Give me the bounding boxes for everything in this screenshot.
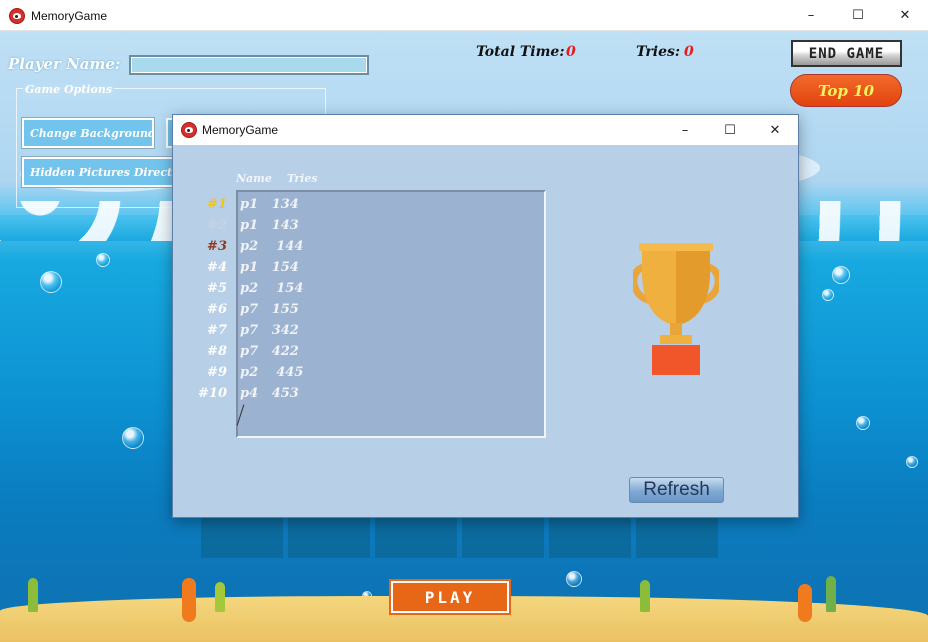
dialog-maximize-button[interactable]: ☐ xyxy=(707,115,753,145)
main-titlebar: MemoryGame – ☐ ✕ xyxy=(0,0,928,31)
list-item[interactable]: p1 154 xyxy=(240,260,299,275)
dialog-close-button[interactable]: ✕ xyxy=(752,115,798,145)
rank-label: #2 xyxy=(207,218,227,233)
rank-label: #6 xyxy=(207,302,227,317)
hidden-pictures-directory-button[interactable]: Hidden Pictures Directory xyxy=(22,157,174,187)
dialog-title: MemoryGame xyxy=(202,123,279,137)
trophy-icon xyxy=(633,243,719,375)
tries-column-header: Tries xyxy=(287,172,318,185)
bubble-decoration xyxy=(906,456,918,468)
card-slot[interactable] xyxy=(636,516,718,558)
rank-label: #10 xyxy=(198,386,227,401)
top-10-button[interactable]: Top 10 xyxy=(790,74,902,107)
card-slot[interactable] xyxy=(288,516,370,558)
player-name-input[interactable] xyxy=(129,55,369,75)
scores-list[interactable]: p1 134 p1 143 p2 144 p1 154 p2 154 p7 155 p7 3… xyxy=(236,190,546,438)
maximize-button[interactable]: ☐ xyxy=(835,0,881,31)
seaweed-decoration xyxy=(826,576,836,612)
bubble-decoration xyxy=(122,427,144,449)
list-item[interactable]: p2 445 xyxy=(240,365,303,380)
list-item[interactable]: p1 134 xyxy=(240,197,299,212)
total-time-value: 0 xyxy=(566,44,576,60)
player-name-label: Player Name: xyxy=(8,55,121,73)
dialog-titlebar: MemoryGame – ☐ ✕ xyxy=(173,115,798,145)
bubble-decoration xyxy=(96,253,110,267)
top10-dialog: MemoryGame – ☐ ✕ Name Tries #1 #2 #3 #4 #5 #6… xyxy=(172,114,799,518)
text-caret xyxy=(236,404,245,426)
list-item[interactable]: p7 422 xyxy=(240,344,299,359)
rank-label: #1 xyxy=(207,197,227,212)
card-slot[interactable] xyxy=(549,516,631,558)
card-slot[interactable] xyxy=(201,516,283,558)
name-column-header: Name xyxy=(236,172,272,185)
window-title: MemoryGame xyxy=(31,9,108,23)
memory-game-icon xyxy=(9,8,25,24)
play-button[interactable]: PLAY xyxy=(391,581,509,613)
close-button[interactable]: ✕ xyxy=(882,0,928,31)
tries-value: 0 xyxy=(684,44,694,60)
bubble-decoration xyxy=(40,271,62,293)
list-item[interactable]: p2 144 xyxy=(240,239,303,254)
bubble-decoration xyxy=(822,289,834,301)
list-item[interactable]: p1 143 xyxy=(240,218,299,233)
seaweed-decoration xyxy=(215,582,225,612)
card-slot[interactable] xyxy=(375,516,457,558)
rank-label: #8 xyxy=(207,344,227,359)
list-item[interactable]: p4 453 xyxy=(240,386,299,401)
rank-label: #4 xyxy=(207,260,227,275)
game-options-title: Game Options xyxy=(23,83,115,96)
total-time-label: Total Time: xyxy=(476,44,565,60)
list-item[interactable]: p7 155 xyxy=(240,302,299,317)
coral-decoration xyxy=(798,584,812,622)
dialog-minimize-button[interactable]: – xyxy=(662,115,708,145)
memory-game-icon xyxy=(181,122,197,138)
seaweed-decoration xyxy=(640,580,650,612)
refresh-button[interactable]: Refresh xyxy=(629,477,724,503)
rank-label: #7 xyxy=(207,323,227,338)
rank-label: #3 xyxy=(207,239,227,254)
bubble-decoration xyxy=(832,266,850,284)
card-slot[interactable] xyxy=(462,516,544,558)
rank-label: #5 xyxy=(207,281,227,296)
change-background-button[interactable]: Change Background xyxy=(22,118,154,148)
bubble-decoration xyxy=(856,416,870,430)
bubble-decoration xyxy=(566,571,582,587)
list-item[interactable]: p7 342 xyxy=(240,323,299,338)
rank-label: #9 xyxy=(207,365,227,380)
coral-decoration xyxy=(182,578,196,622)
end-game-button[interactable]: END GAME xyxy=(791,40,902,67)
seaweed-decoration xyxy=(28,578,38,612)
list-item[interactable]: p2 154 xyxy=(240,281,303,296)
tries-label: Tries: xyxy=(636,44,681,60)
minimize-button[interactable]: – xyxy=(788,0,834,31)
